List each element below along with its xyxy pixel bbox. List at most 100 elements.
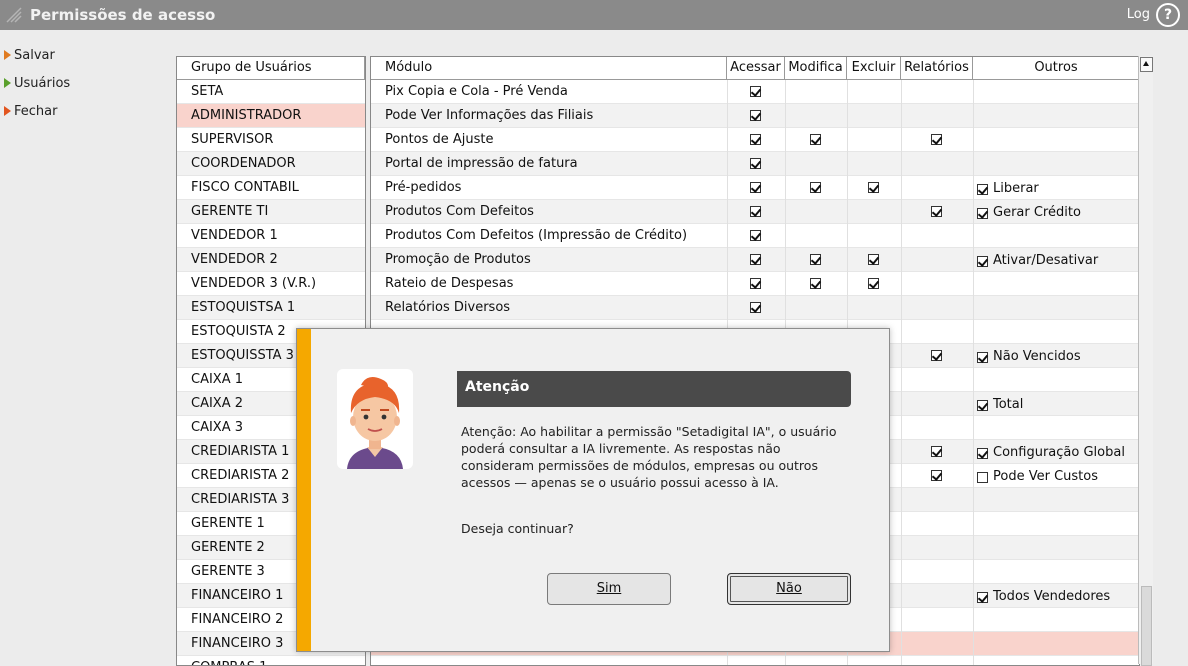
group-row[interactable]: FISCO CONTABIL	[177, 176, 365, 200]
column-header-acessar[interactable]: Acessar	[727, 57, 785, 79]
dialog-header: Atenção	[457, 371, 851, 407]
other-option-checkbox[interactable]	[977, 184, 988, 195]
column-separator	[727, 80, 728, 104]
column-separator	[785, 656, 786, 665]
other-option-checkbox[interactable]	[977, 400, 988, 411]
permission-reports-checkbox[interactable]	[931, 350, 942, 361]
column-header-grupo[interactable]: Grupo de Usuários	[187, 57, 365, 79]
permission-delete-checkbox[interactable]	[868, 278, 879, 289]
permission-access-checkbox[interactable]	[750, 158, 761, 169]
play-icon	[4, 78, 11, 88]
group-row[interactable]: ADMINISTRADOR	[177, 104, 365, 128]
scrollbar-thumb[interactable]	[1141, 586, 1152, 666]
permission-delete-checkbox[interactable]	[868, 254, 879, 265]
permission-modify-checkbox[interactable]	[810, 182, 821, 193]
permission-access-checkbox[interactable]	[750, 182, 761, 193]
module-row[interactable]: Relatórios Diversos	[371, 296, 1139, 320]
column-separator	[901, 608, 902, 632]
permission-delete-checkbox[interactable]	[868, 182, 879, 193]
other-option-checkbox[interactable]	[977, 256, 988, 267]
permission-access-checkbox[interactable]	[750, 254, 761, 265]
module-row[interactable]: Promoção de Produtos Ativar/Desativar	[371, 248, 1139, 272]
module-row[interactable]: Produtos Com Defeitos Gerar Crédito	[371, 200, 1139, 224]
column-separator	[973, 608, 974, 632]
sidebar-item-label: Fechar	[14, 104, 58, 119]
column-separator	[901, 344, 902, 368]
permission-access-checkbox[interactable]	[750, 302, 761, 313]
other-option-checkbox[interactable]	[977, 352, 988, 363]
permission-access-checkbox[interactable]	[750, 134, 761, 145]
permission-reports-checkbox[interactable]	[931, 206, 942, 217]
permission-reports-checkbox[interactable]	[931, 470, 942, 481]
module-name: Pré-pedidos	[385, 180, 462, 195]
module-row[interactable]: Pix Copia e Cola - Pré Venda	[371, 80, 1139, 104]
permission-access-checkbox[interactable]	[750, 110, 761, 121]
other-option-checkbox[interactable]	[977, 472, 988, 483]
permission-modify-checkbox[interactable]	[810, 254, 821, 265]
module-name: Produtos Com Defeitos (Impressão de Créd…	[385, 228, 688, 243]
group-row[interactable]: SETA	[177, 80, 365, 104]
module-row[interactable]: Pode Ver Informações das Filiais	[371, 104, 1139, 128]
module-row[interactable]: Pontos de Ajuste	[371, 128, 1139, 152]
module-name: Promoção de Produtos	[385, 252, 531, 267]
group-row[interactable]: COMPRAS 1	[177, 656, 365, 665]
dialog-accent-stripe	[297, 329, 311, 651]
permission-reports-checkbox[interactable]	[931, 446, 942, 457]
permission-access-checkbox[interactable]	[750, 206, 761, 217]
column-header-relatorios[interactable]: Relatórios	[901, 57, 973, 79]
permission-access-checkbox[interactable]	[750, 278, 761, 289]
group-name: COMPRAS 1	[187, 656, 363, 665]
sidebar-item-salvar[interactable]: Salvar	[4, 48, 55, 68]
permission-modify-checkbox[interactable]	[810, 278, 821, 289]
other-option-checkbox[interactable]	[977, 592, 988, 603]
column-separator	[973, 272, 974, 296]
other-option-label: Total	[993, 397, 1024, 412]
group-row[interactable]: VENDEDOR 3 (V.R.)	[177, 272, 365, 296]
column-separator	[901, 176, 902, 200]
module-row[interactable]: Rateio de Despesas	[371, 272, 1139, 296]
group-row[interactable]: SUPERVISOR	[177, 128, 365, 152]
other-option-label: Pode Ver Custos	[993, 469, 1098, 484]
scroll-up-icon[interactable]	[1140, 57, 1153, 72]
nao-button[interactable]: Não	[727, 573, 851, 605]
column-separator	[901, 560, 902, 584]
column-header-outros[interactable]: Outros	[973, 57, 1139, 79]
sim-button-label: Sim	[596, 581, 622, 596]
group-name: VENDEDOR 1	[191, 228, 278, 243]
group-row[interactable]: VENDEDOR 1	[177, 224, 365, 248]
sim-button[interactable]: Sim	[547, 573, 671, 605]
module-name: Pix Copia e Cola - Pré Venda	[385, 84, 568, 99]
permission-access-checkbox[interactable]	[750, 230, 761, 241]
permission-reports-checkbox[interactable]	[931, 134, 942, 145]
module-row[interactable]	[371, 656, 1139, 665]
log-link[interactable]: Log	[1127, 7, 1150, 22]
group-row[interactable]: COORDENADOR	[177, 152, 365, 176]
column-separator	[901, 224, 902, 248]
vertical-scrollbar[interactable]	[1138, 56, 1153, 666]
column-separator	[785, 200, 786, 224]
column-separator	[973, 368, 974, 392]
column-header-modulo[interactable]: Módulo	[381, 57, 727, 79]
column-separator	[785, 272, 786, 296]
group-row[interactable]: VENDEDOR 2	[177, 248, 365, 272]
sidebar-item-usuarios[interactable]: Usuários	[4, 76, 70, 96]
column-separator	[973, 152, 974, 176]
permission-modify-checkbox[interactable]	[810, 134, 821, 145]
module-row[interactable]: Produtos Com Defeitos (Impressão de Créd…	[371, 224, 1139, 248]
column-header-modifica[interactable]: Modifica	[785, 57, 847, 79]
permission-access-checkbox[interactable]	[750, 86, 761, 97]
module-row[interactable]: Pré-pedidos Liberar	[371, 176, 1139, 200]
help-icon[interactable]: ?	[1156, 3, 1180, 27]
sidebar-item-fechar[interactable]: Fechar	[4, 104, 57, 124]
other-option-checkbox[interactable]	[977, 448, 988, 459]
column-separator	[727, 176, 728, 200]
group-row[interactable]: ESTOQUISTSA 1	[177, 296, 365, 320]
dialog-question: Deseja continuar?	[461, 521, 574, 536]
module-name: Pode Ver Informações das Filiais	[385, 108, 594, 123]
other-option-checkbox[interactable]	[977, 208, 988, 219]
column-separator	[901, 320, 902, 344]
column-header-excluir[interactable]: Excluir	[847, 57, 901, 79]
column-separator	[785, 128, 786, 152]
group-row[interactable]: GERENTE TI	[177, 200, 365, 224]
module-row[interactable]: Portal de impressão de fatura	[371, 152, 1139, 176]
